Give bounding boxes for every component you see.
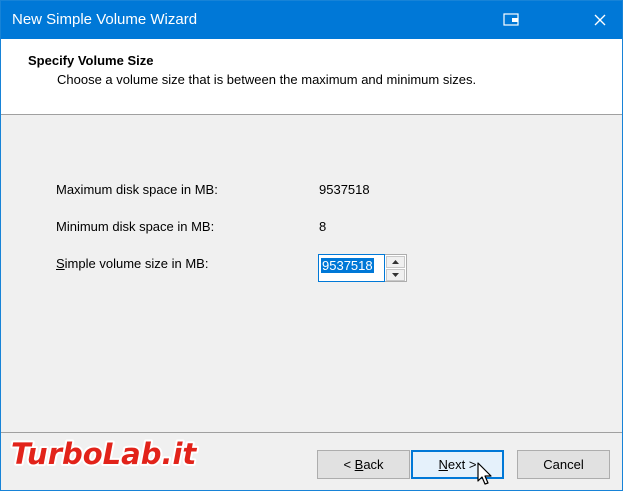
spin-down-button[interactable] [386,269,405,281]
turbolab-watermark-logo: TurboLab.it TurboLab.it [9,435,199,473]
close-icon [594,14,606,26]
volume-size-label: Simple volume size in MB: [56,256,208,271]
volume-size-input[interactable]: 9537518 [318,254,385,282]
back-button-accel: B [354,457,364,472]
cancel-button-label: Cancel [543,457,584,472]
cancel-button[interactable]: Cancel [517,450,610,479]
spinner-buttons [385,254,407,282]
min-space-value: 8 [319,219,327,234]
volume-size-label-accel: S [56,256,65,271]
back-button-prefix: < [343,457,355,472]
next-button-text: ext > [447,457,477,472]
min-space-label: Minimum disk space in MB: [56,219,215,234]
mouse-pointer-icon [477,462,492,485]
window-mode-icon [503,13,519,26]
close-button[interactable] [577,1,623,39]
max-space-value: 9537518 [319,182,370,197]
max-space-label: Maximum disk space in MB: [56,182,218,197]
back-button-text: ack [363,457,384,472]
page-title: Specify Volume Size [28,53,154,68]
volume-size-label-text: imple volume size in MB: [64,256,209,271]
window-title: New Simple Volume Wizard [12,11,198,28]
title-bar: New Simple Volume Wizard [1,1,622,39]
page-subtitle: Choose a volume size that is between the… [57,72,477,87]
svg-text:TurboLab.it: TurboLab.it [11,437,197,471]
window-mode-button[interactable] [489,1,535,39]
volume-size-value: 9537518 [321,258,374,273]
arrow-up-icon [392,260,399,264]
spin-up-button[interactable] [386,256,405,268]
volume-size-spinner[interactable]: 9537518 [318,254,407,282]
back-button[interactable]: < Back [317,450,410,479]
arrow-down-icon [392,273,399,277]
wizard-window: New Simple Volume Wizard Specify Volume … [0,0,623,491]
next-button-accel: N [438,457,448,472]
wizard-header: Specify Volume Size Choose a volume size… [1,39,622,115]
